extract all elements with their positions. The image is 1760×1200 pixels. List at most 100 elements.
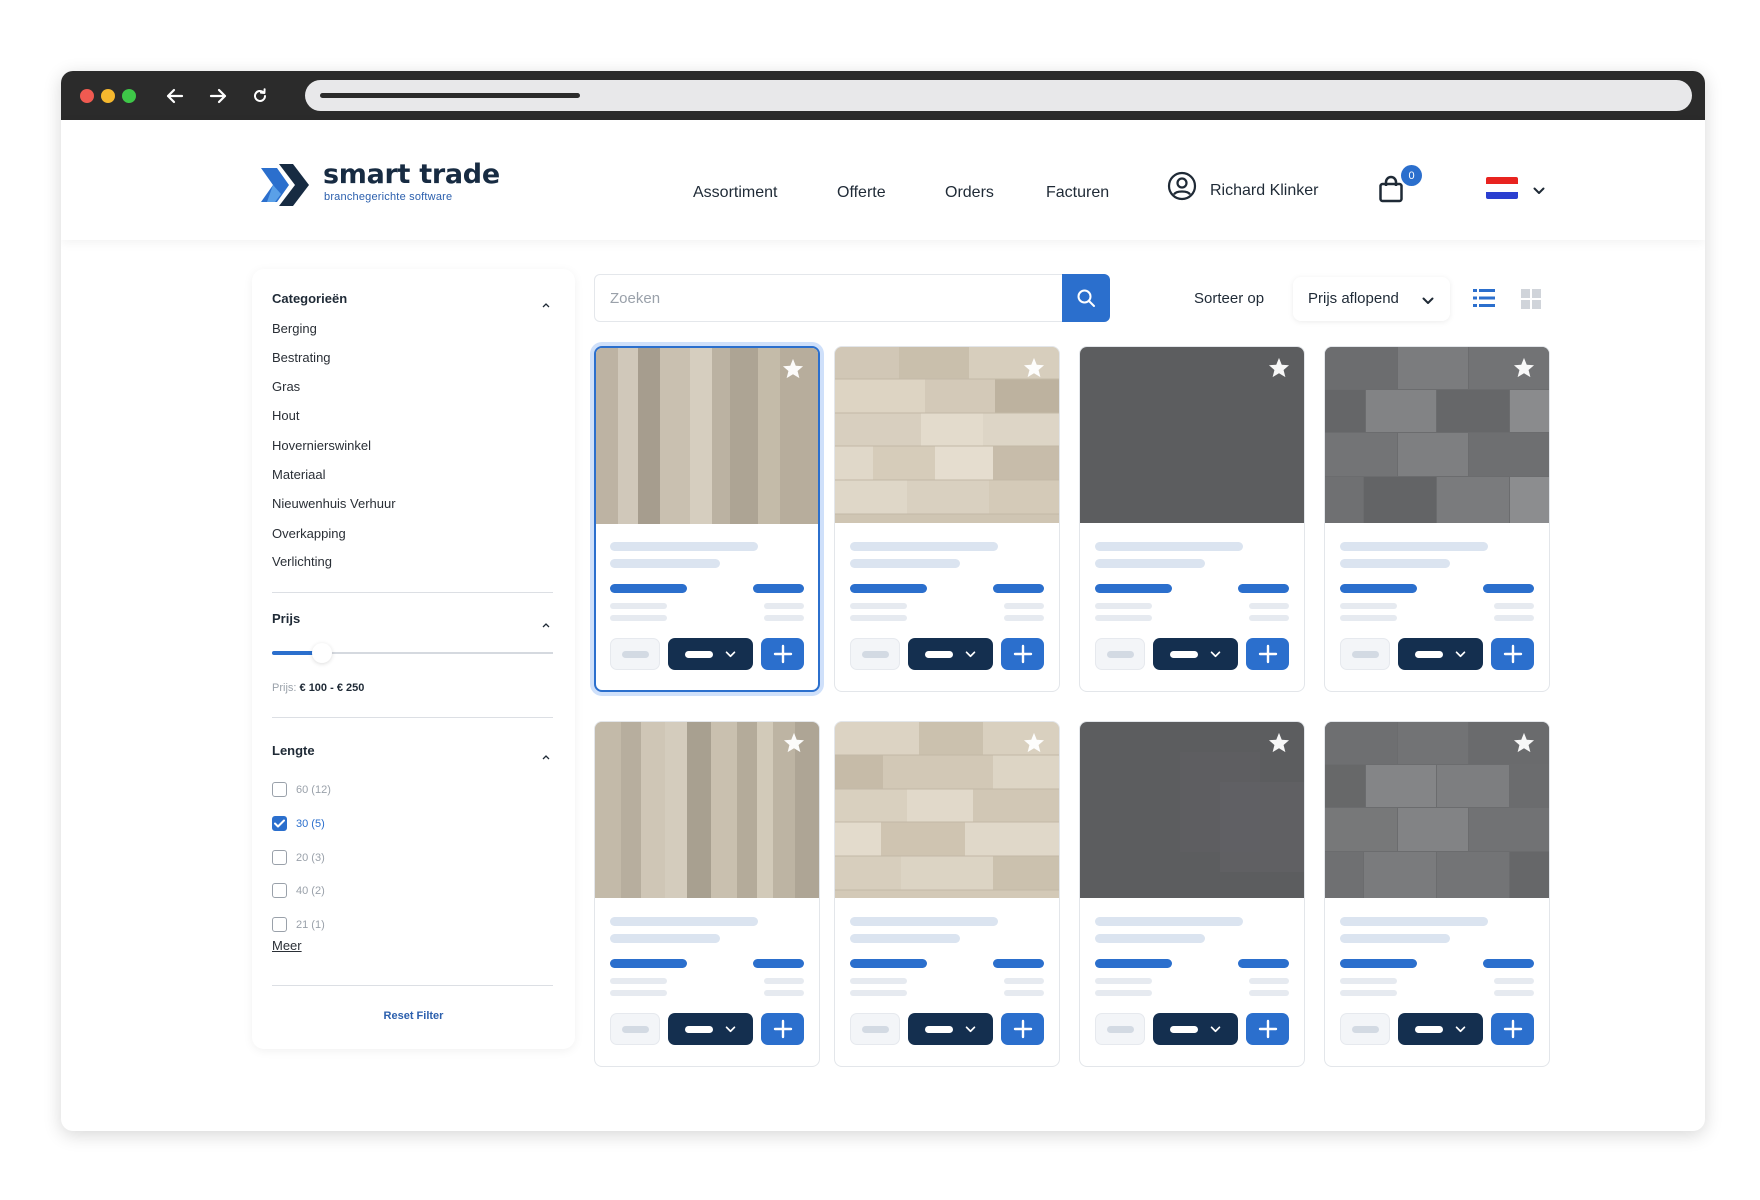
length-option-label: 20 (3) (296, 851, 325, 864)
favorite-star-icon[interactable] (1268, 732, 1290, 758)
product-card[interactable] (594, 721, 820, 1067)
favorite-star-icon[interactable] (1023, 357, 1045, 383)
categories-title[interactable]: Categorieën (272, 291, 347, 306)
quantity-stepper[interactable] (1095, 1013, 1145, 1045)
checkbox[interactable] (272, 782, 287, 797)
chevron-up-icon[interactable] (542, 295, 550, 313)
category-materiaal[interactable]: Materiaal (272, 467, 325, 482)
category-overkapping[interactable]: Overkapping (272, 526, 346, 541)
user-name[interactable]: Richard Klinker (1210, 182, 1318, 200)
product-price-placeholder (850, 959, 927, 968)
show-more-link[interactable]: Meer (272, 938, 302, 953)
product-meta-placeholder (610, 603, 667, 609)
unit-dropdown-button[interactable] (1398, 1013, 1483, 1045)
quantity-stepper[interactable] (610, 1013, 660, 1045)
reset-filter-button[interactable]: Reset Filter (252, 1010, 575, 1022)
favorite-star-icon[interactable] (1513, 732, 1535, 758)
product-card[interactable] (1079, 346, 1305, 692)
add-to-cart-button[interactable] (761, 638, 804, 670)
quantity-stepper[interactable] (1340, 1013, 1390, 1045)
user-account-icon[interactable] (1167, 171, 1197, 206)
product-card[interactable] (834, 346, 1060, 692)
maximize-window-icon[interactable] (122, 89, 136, 103)
add-to-cart-button[interactable] (1246, 1013, 1289, 1045)
quantity-stepper[interactable] (1340, 638, 1390, 670)
unit-dropdown-button[interactable] (668, 1013, 753, 1045)
length-option[interactable]: 30 (5) (272, 816, 325, 831)
favorite-star-icon[interactable] (1268, 357, 1290, 383)
brand-name[interactable]: smart trade (323, 159, 500, 190)
browser-chrome (61, 71, 1705, 120)
close-window-icon[interactable] (80, 89, 94, 103)
search-button[interactable] (1062, 274, 1110, 322)
quantity-stepper[interactable] (610, 638, 660, 670)
quantity-stepper[interactable] (1095, 638, 1145, 670)
length-title[interactable]: Lengte (272, 743, 315, 758)
chevron-up-icon[interactable] (542, 615, 550, 633)
shopping-bag-icon[interactable] (1378, 175, 1404, 208)
checkbox-checked[interactable] (272, 816, 287, 831)
sort-dropdown[interactable]: Prijs aflopend (1293, 277, 1450, 321)
price-title[interactable]: Prijs (272, 611, 300, 626)
unit-dropdown-button[interactable] (1153, 638, 1238, 670)
add-to-cart-button[interactable] (761, 1013, 804, 1045)
product-card[interactable] (834, 721, 1060, 1067)
category-bestrating[interactable]: Bestrating (272, 350, 331, 365)
category-gras[interactable]: Gras (272, 379, 300, 394)
price-slider-handle[interactable] (312, 643, 332, 663)
product-meta-placeholder (1095, 615, 1152, 621)
add-to-cart-button[interactable] (1246, 638, 1289, 670)
divider (272, 592, 553, 593)
nav-offerte[interactable]: Offerte (837, 184, 886, 202)
checkbox[interactable] (272, 883, 287, 898)
chevron-up-icon[interactable] (542, 747, 550, 765)
category-hovernierswinkel[interactable]: Hovernierswinkel (272, 438, 371, 453)
divider (272, 985, 553, 986)
address-bar[interactable] (305, 80, 1692, 111)
length-option[interactable]: 21 (1) (272, 917, 325, 932)
unit-dropdown-button[interactable] (1398, 638, 1483, 670)
product-stock-placeholder (1238, 959, 1289, 968)
nav-assortiment[interactable]: Assortiment (693, 184, 777, 202)
length-option[interactable]: 40 (2) (272, 883, 325, 898)
product-card[interactable] (1324, 346, 1550, 692)
length-option[interactable]: 60 (12) (272, 782, 331, 797)
favorite-star-icon[interactable] (782, 358, 804, 384)
chevron-down-icon[interactable] (1533, 182, 1545, 200)
unit-dropdown-button[interactable] (1153, 1013, 1238, 1045)
category-nieuwenhuis-verhuur[interactable]: Nieuwenhuis Verhuur (272, 496, 396, 511)
nav-orders[interactable]: Orders (945, 184, 994, 202)
favorite-star-icon[interactable] (1023, 732, 1045, 758)
grid-view-icon[interactable] (1521, 289, 1541, 314)
category-hout[interactable]: Hout (272, 408, 299, 423)
favorite-star-icon[interactable] (1513, 357, 1535, 383)
product-card[interactable] (1079, 721, 1305, 1067)
add-to-cart-button[interactable] (1491, 1013, 1534, 1045)
category-verlichting[interactable]: Verlichting (272, 554, 332, 569)
add-to-cart-button[interactable] (1491, 638, 1534, 670)
back-arrow-icon[interactable] (162, 83, 188, 109)
category-berging[interactable]: Berging (272, 321, 317, 336)
unit-dropdown-button[interactable] (908, 1013, 993, 1045)
unit-dropdown-button[interactable] (668, 638, 753, 670)
checkbox[interactable] (272, 917, 287, 932)
favorite-star-icon[interactable] (783, 732, 805, 758)
minimize-window-icon[interactable] (101, 89, 115, 103)
product-card[interactable] (1324, 721, 1550, 1067)
reload-icon[interactable] (247, 83, 273, 109)
unit-dropdown-button[interactable] (908, 638, 993, 670)
length-option[interactable]: 20 (3) (272, 850, 325, 865)
add-to-cart-button[interactable] (1001, 1013, 1044, 1045)
quantity-stepper[interactable] (850, 1013, 900, 1045)
list-view-icon[interactable] (1473, 288, 1495, 313)
search-input[interactable] (595, 275, 1065, 321)
quantity-stepper[interactable] (850, 638, 900, 670)
netherlands-flag-icon[interactable] (1486, 177, 1518, 199)
nav-facturen[interactable]: Facturen (1046, 184, 1109, 202)
forward-arrow-icon[interactable] (205, 83, 231, 109)
smart-trade-logo-icon[interactable] (259, 164, 311, 211)
checkbox[interactable] (272, 850, 287, 865)
product-card[interactable] (594, 346, 820, 692)
plus-icon (1013, 1019, 1032, 1039)
add-to-cart-button[interactable] (1001, 638, 1044, 670)
